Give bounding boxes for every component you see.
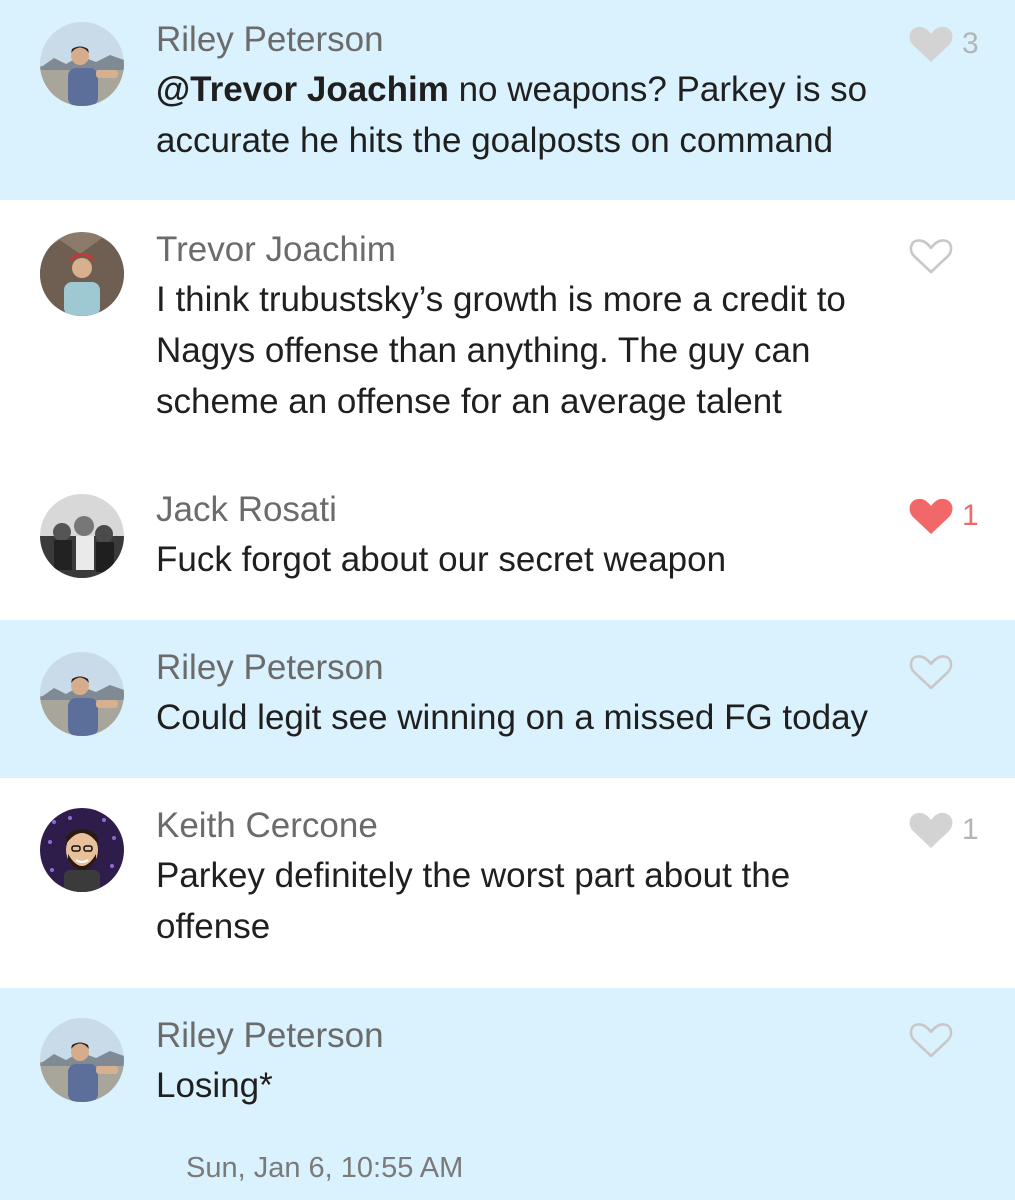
message-timestamp: Sun, Jan 6, 10:55 AM (186, 1152, 464, 1184)
message-text: Could legit see winning on a missed FG t… (156, 698, 869, 737)
like-button[interactable] (908, 234, 998, 278)
mention-link[interactable]: @Trevor Joachim (156, 70, 449, 109)
like-button[interactable] (908, 650, 998, 694)
message-thread: Riley Peterson @Trevor Joachim no weapon… (0, 0, 1015, 1200)
like-count: 1 (962, 499, 979, 532)
author-name: Trevor Joachim (156, 230, 396, 269)
message-item: Trevor Joachim I think trubustsky’s grow… (0, 200, 1015, 464)
like-button[interactable]: 1 (908, 494, 998, 538)
heart-filled-icon (909, 26, 953, 62)
author-name: Keith Cercone (156, 806, 378, 845)
like-count: 1 (962, 813, 979, 846)
message-text: Fuck forgot about our secret weapon (156, 540, 727, 579)
avatar-trevor-joachim[interactable] (40, 232, 124, 316)
heart-outline-icon (909, 655, 953, 690)
avatar-jack-rosati[interactable] (40, 494, 124, 578)
message-text: Parkey definitely the worst part about t… (156, 856, 791, 946)
avatar-keith-cercone[interactable] (40, 808, 124, 892)
avatar-riley-peterson[interactable] (40, 22, 124, 106)
message-item: Riley Peterson Losing* (0, 988, 1015, 1200)
like-button[interactable]: 3 (908, 22, 998, 66)
message-item: Riley Peterson @Trevor Joachim no weapon… (0, 0, 1015, 200)
heart-filled-icon (909, 498, 953, 534)
author-name: Jack Rosati (156, 490, 337, 529)
heart-filled-icon (909, 812, 953, 848)
message-text: @Trevor Joachim no weapons? Parkey is so… (156, 64, 886, 166)
message-text: Losing* (156, 1066, 273, 1105)
like-button[interactable] (908, 1018, 998, 1062)
like-button[interactable]: 1 (908, 808, 998, 852)
author-name: Riley Peterson (156, 648, 384, 687)
avatar-riley-peterson[interactable] (40, 1018, 124, 1102)
author-name: Riley Peterson (156, 1016, 384, 1055)
author-name: Riley Peterson (156, 20, 384, 59)
avatar-riley-peterson[interactable] (40, 652, 124, 736)
message-text: I think trubustsky’s growth is more a cr… (156, 280, 846, 421)
message-item: Jack Rosati Fuck forgot about our secret… (0, 464, 1015, 620)
message-item: Riley Peterson Could legit see winning o… (0, 620, 1015, 778)
message-item: Keith Cercone Parkey definitely the wors… (0, 778, 1015, 988)
like-count: 3 (962, 27, 979, 60)
heart-outline-icon (909, 1023, 953, 1058)
heart-outline-icon (909, 239, 953, 274)
